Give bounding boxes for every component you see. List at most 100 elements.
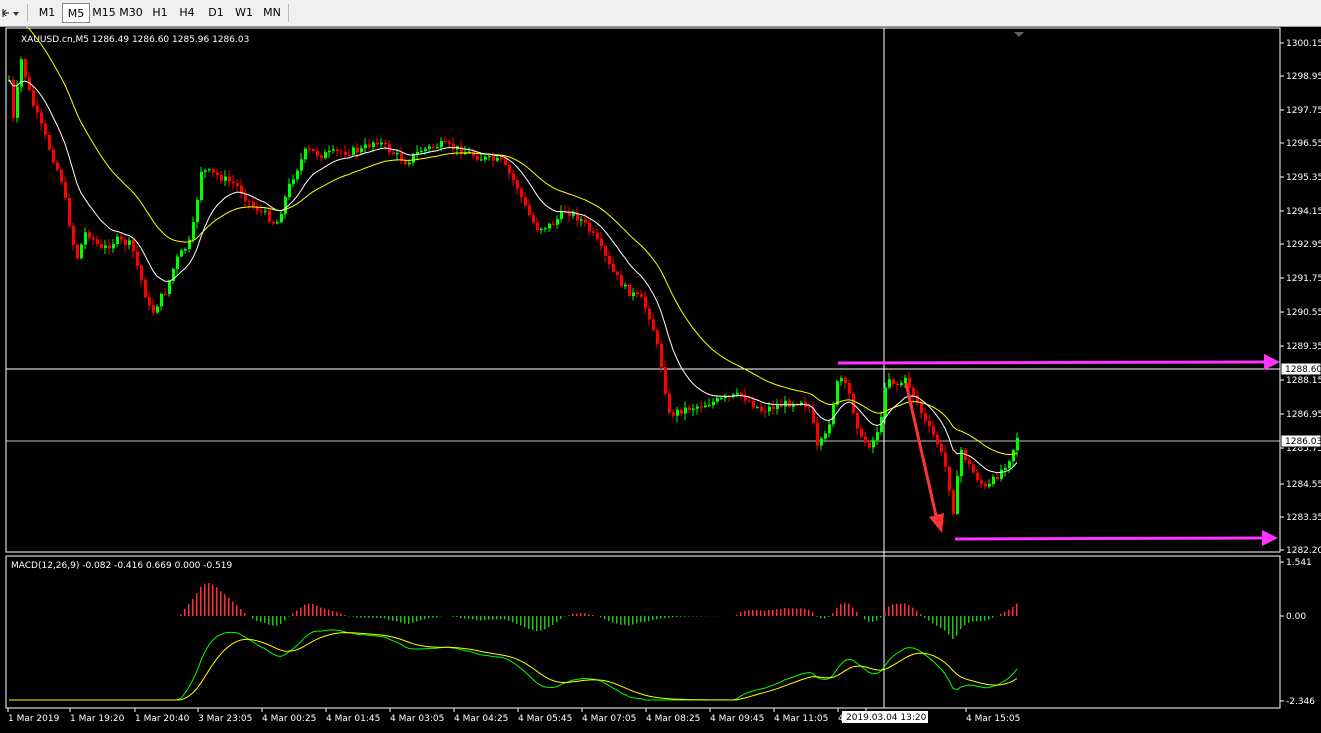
macd-bar xyxy=(512,616,514,622)
macd-bar xyxy=(204,584,206,616)
cursor-dropdown-icon[interactable] xyxy=(0,3,22,23)
candle xyxy=(704,405,707,407)
candle xyxy=(120,237,123,240)
macd-bar xyxy=(372,616,374,618)
ma-slow-line xyxy=(9,27,1017,455)
macd-header: MACD(12,26,9) -0.082 -0.416 0.669 0.000 … xyxy=(11,561,232,571)
candle xyxy=(80,245,83,259)
candle xyxy=(68,198,71,226)
candle xyxy=(196,200,199,222)
timeframe-m15-button[interactable]: M15 xyxy=(90,3,118,23)
candle xyxy=(616,272,619,275)
candle xyxy=(320,156,323,159)
macd-bar xyxy=(380,616,382,618)
candle xyxy=(40,112,43,123)
timeframe-m5-button[interactable]: M5 xyxy=(62,3,90,23)
macd-bar xyxy=(980,616,982,621)
candle xyxy=(708,405,711,406)
candle xyxy=(1012,450,1015,461)
candle xyxy=(444,141,447,142)
macd-bar xyxy=(484,616,486,620)
macd-bar xyxy=(820,616,822,618)
macd-bar xyxy=(932,616,934,623)
candle xyxy=(56,163,59,170)
candle xyxy=(136,252,139,266)
candle xyxy=(984,484,987,487)
candle xyxy=(496,158,499,161)
macd-bar xyxy=(284,616,286,621)
candle xyxy=(220,175,223,181)
candle xyxy=(100,244,103,248)
macd-bar xyxy=(472,616,474,619)
macd-bar xyxy=(944,616,946,631)
candle xyxy=(500,158,503,159)
macd-bar xyxy=(400,616,402,623)
candle xyxy=(568,213,571,216)
time-tick-label: 1 Mar 20:40 xyxy=(135,714,190,724)
candle xyxy=(920,403,923,413)
candle xyxy=(952,491,955,514)
macd-bar xyxy=(476,616,478,620)
candle xyxy=(428,146,431,148)
macd-bar xyxy=(340,614,342,616)
macd-bar xyxy=(908,605,910,616)
macd-bar xyxy=(316,606,318,616)
candle xyxy=(60,170,63,182)
candle xyxy=(936,435,939,444)
candle xyxy=(512,174,515,181)
candle xyxy=(820,439,823,446)
macd-bar xyxy=(236,605,238,616)
macd-bar xyxy=(192,599,194,616)
timeframe-h4-button[interactable]: H4 xyxy=(173,3,201,23)
macd-bar xyxy=(680,616,682,617)
macd-bar xyxy=(904,603,906,616)
candle xyxy=(600,239,603,246)
candle xyxy=(484,157,487,160)
timeframe-m30-button[interactable]: M30 xyxy=(117,3,145,23)
macd-bar xyxy=(304,605,306,616)
macd-bar xyxy=(568,615,570,616)
macd-bar xyxy=(588,614,590,616)
price-tick-label: 1286.95 xyxy=(1286,410,1321,420)
timeframe-h1-button[interactable]: H1 xyxy=(146,3,174,23)
candle xyxy=(84,232,87,244)
macd-bar xyxy=(336,612,338,616)
macd-bar xyxy=(552,616,554,625)
candle xyxy=(788,401,791,407)
macd-bar xyxy=(240,609,242,616)
timeframe-d1-button[interactable]: D1 xyxy=(202,3,230,23)
macd-bar xyxy=(824,616,826,618)
timeframe-w1-button[interactable]: W1 xyxy=(230,3,258,23)
macd-bar xyxy=(784,608,786,616)
candle xyxy=(340,151,343,152)
macd-bar xyxy=(928,616,930,621)
candle xyxy=(668,394,671,413)
candle xyxy=(696,406,699,408)
candle xyxy=(124,239,127,245)
candle xyxy=(612,264,615,272)
candle xyxy=(44,124,47,135)
macd-bar xyxy=(392,616,394,621)
macd-bar xyxy=(840,604,842,616)
macd-bar xyxy=(520,616,522,626)
macd-bar xyxy=(644,616,646,622)
price-tick-label: 1291.75 xyxy=(1286,274,1321,284)
ma-fast-line xyxy=(9,80,1017,473)
crosshair-time-label: 2019.03.04 13:20 xyxy=(846,713,927,723)
macd-bar xyxy=(616,616,618,624)
price-tick-label: 1295.35 xyxy=(1286,173,1321,183)
macd-bar xyxy=(844,603,846,616)
chart-area[interactable]: 1300.151298.951297.751296.551295.351294.… xyxy=(0,27,1321,729)
macd-bar xyxy=(208,583,210,616)
candle xyxy=(300,159,303,170)
macd-bar xyxy=(356,616,358,617)
macd-bar xyxy=(292,613,294,616)
macd-bar xyxy=(352,616,354,617)
price-chart-svg[interactable]: 1300.151298.951297.751296.551295.351294.… xyxy=(0,27,1321,729)
candle xyxy=(432,146,435,147)
timeframe-m1-button[interactable]: M1 xyxy=(33,3,61,23)
candle xyxy=(760,407,763,411)
macd-bar xyxy=(576,614,578,616)
timeframe-mn-button[interactable]: MN xyxy=(258,3,286,23)
candle xyxy=(168,281,171,294)
